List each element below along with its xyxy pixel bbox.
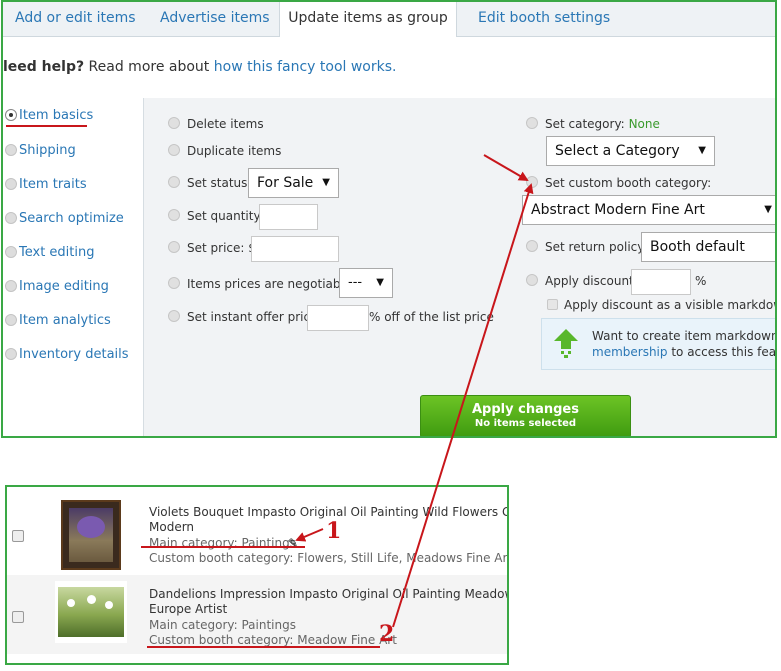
annotation-overlay bbox=[295, 154, 534, 628]
arrow-to-pencil bbox=[295, 528, 324, 542]
annotation-number-two: 2 bbox=[379, 621, 395, 647]
arrow-to-custom-booth-radio bbox=[483, 154, 529, 182]
arrow-from-item-to-booth-category bbox=[392, 183, 534, 628]
annotation-number-one: 1 bbox=[326, 518, 342, 544]
